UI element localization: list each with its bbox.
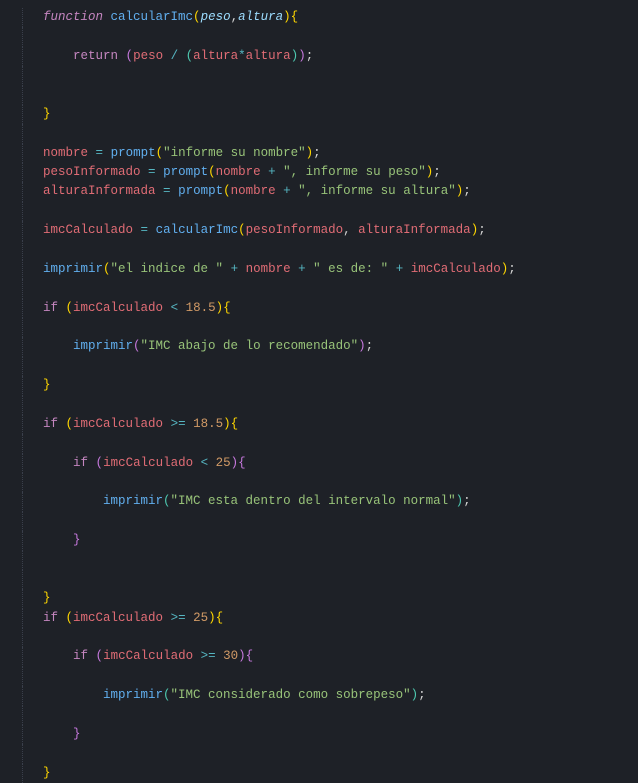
code-line: }	[22, 376, 638, 395]
function-name: calcularImc	[111, 10, 194, 24]
code-line: if (imcCalculado >= 18.5){	[22, 415, 638, 434]
code-line	[22, 27, 638, 46]
code-line	[22, 628, 638, 647]
code-line: if (imcCalculado >= 30){	[22, 647, 638, 666]
code-line	[22, 434, 638, 453]
code-line	[22, 66, 638, 85]
code-line	[22, 570, 638, 589]
code-line	[22, 473, 638, 492]
code-line: }	[22, 764, 638, 783]
code-line	[22, 86, 638, 105]
code-line	[22, 124, 638, 143]
code-line: if (imcCalculado >= 25){	[22, 609, 638, 628]
keyword-return: return	[73, 49, 118, 63]
code-line: pesoInformado = prompt(nombre + ", infor…	[22, 163, 638, 182]
code-line: imprimir("IMC abajo de lo recomendado");	[22, 337, 638, 356]
code-line: }	[22, 105, 638, 124]
code-line: if (imcCalculado < 25){	[22, 454, 638, 473]
code-line: function calcularImc(peso,altura){	[22, 8, 638, 27]
code-line	[22, 318, 638, 337]
code-line	[22, 744, 638, 763]
code-line: imcCalculado = calcularImc(pesoInformado…	[22, 221, 638, 240]
code-line: if (imcCalculado < 18.5){	[22, 299, 638, 318]
code-line	[22, 279, 638, 298]
code-line	[22, 551, 638, 570]
code-line	[22, 396, 638, 415]
code-line: nombre = prompt("informe su nombre");	[22, 144, 638, 163]
code-line: }	[22, 725, 638, 744]
code-line: }	[22, 531, 638, 550]
code-line: return (peso / (altura*altura));	[22, 47, 638, 66]
code-line	[22, 706, 638, 725]
code-line: alturaInformada = prompt(nombre + ", inf…	[22, 182, 638, 201]
code-line: imprimir("IMC esta dentro del intervalo …	[22, 492, 638, 511]
code-line	[22, 202, 638, 221]
keyword-function: function	[43, 10, 103, 24]
code-editor[interactable]: function calcularImc(peso,altura){ retur…	[0, 0, 638, 624]
code-line: imprimir("IMC considerado como sobrepeso…	[22, 686, 638, 705]
keyword-if: if	[43, 301, 58, 315]
code-line	[22, 241, 638, 260]
code-line	[22, 667, 638, 686]
code-line: imprimir("el indice de " + nombre + " es…	[22, 260, 638, 279]
code-line: }	[22, 589, 638, 608]
code-line	[22, 357, 638, 376]
code-line	[22, 512, 638, 531]
